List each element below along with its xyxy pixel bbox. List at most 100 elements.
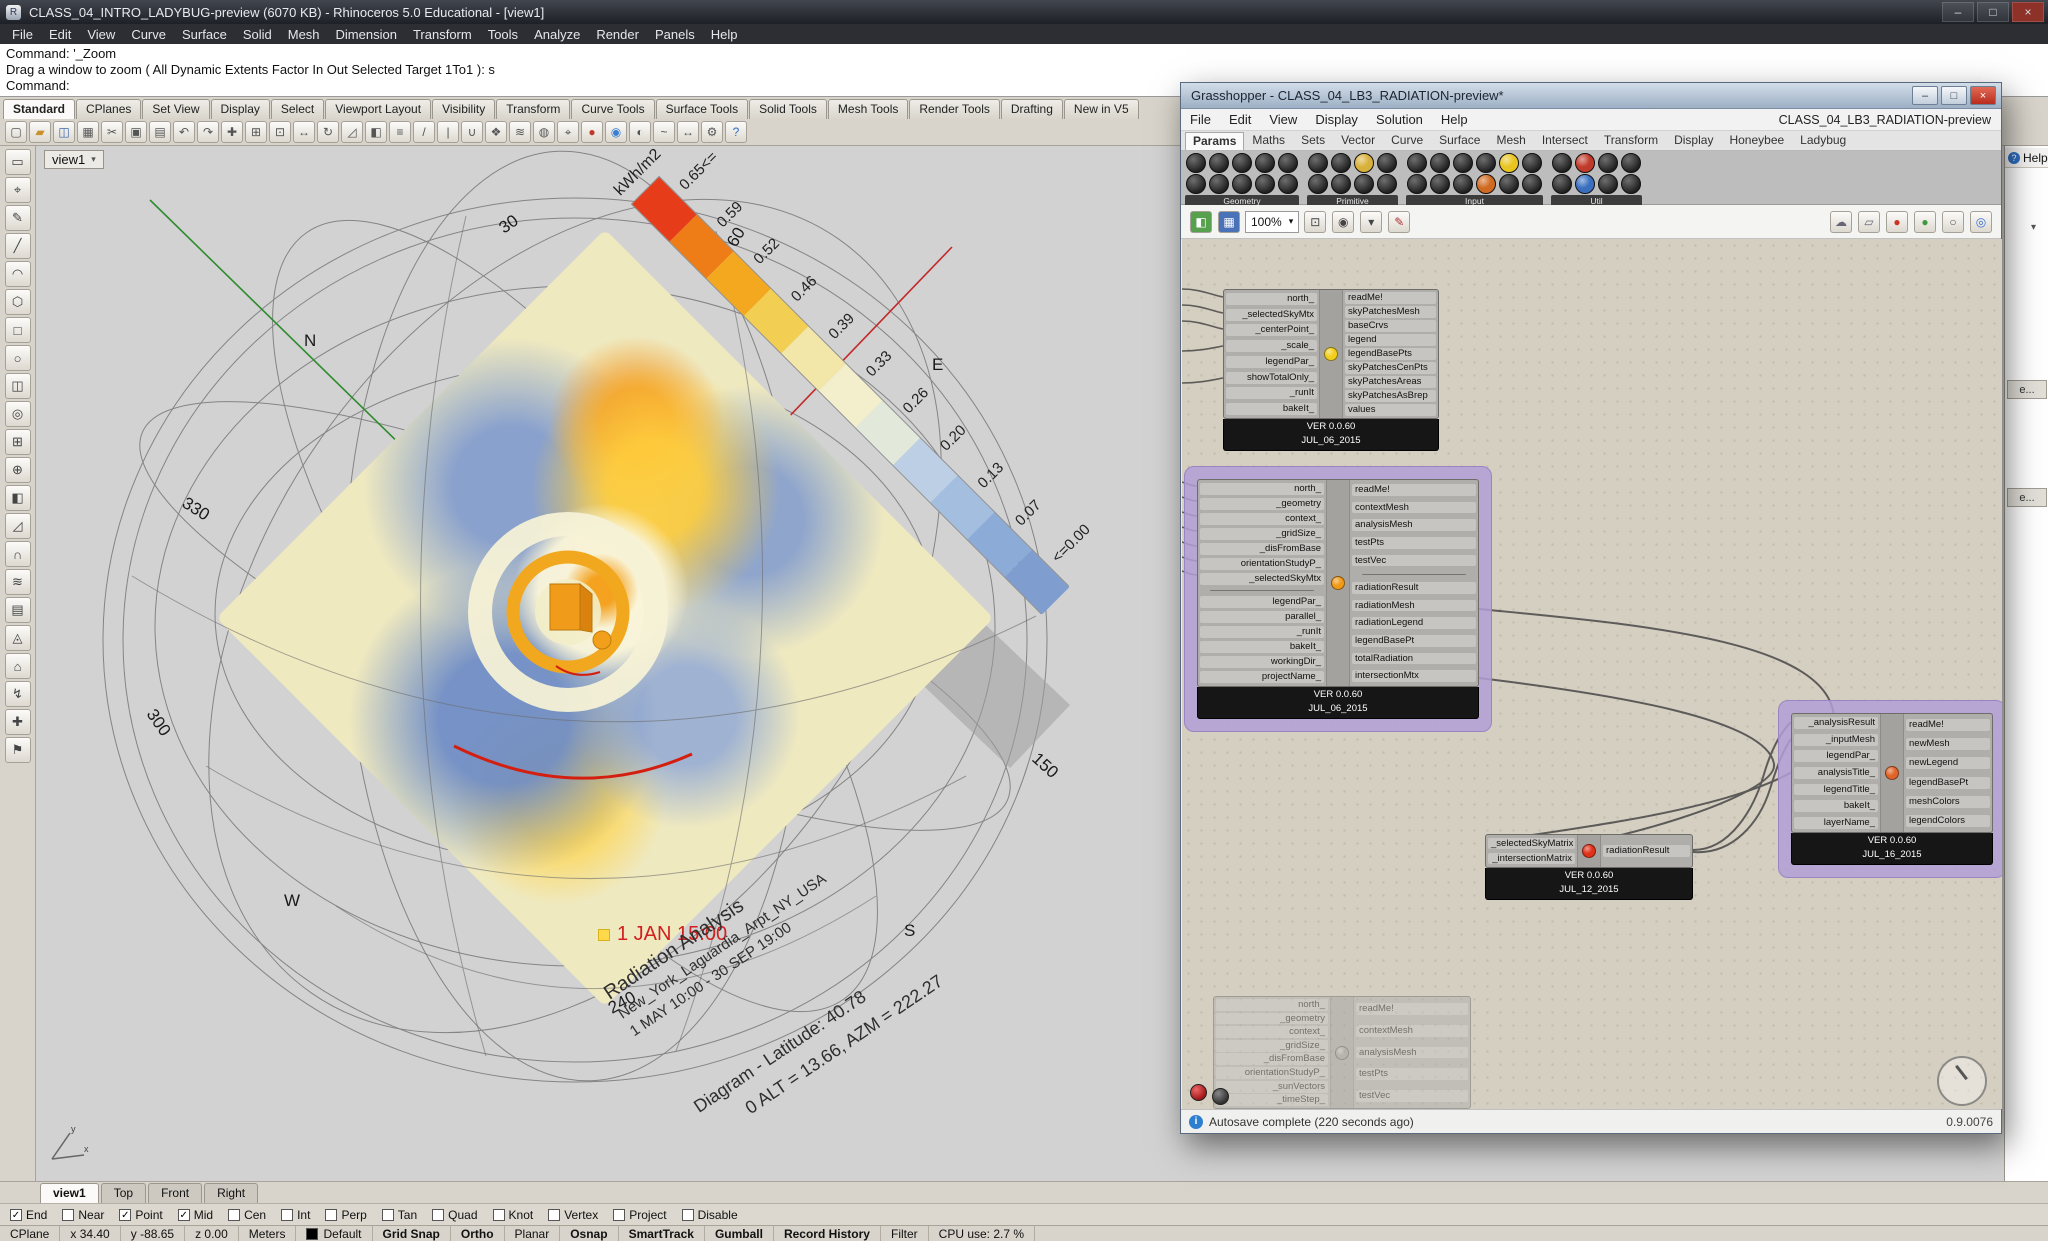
circle-icon[interactable]: ○: [5, 345, 31, 371]
viewport-tab-top[interactable]: Top: [101, 1183, 146, 1203]
input-param[interactable]: _geometry: [1200, 498, 1324, 510]
gh-tab-transform[interactable]: Transform: [1596, 131, 1666, 150]
osnap-disable[interactable]: Disable: [682, 1208, 738, 1222]
input-param[interactable]: _scale_: [1226, 340, 1317, 352]
toggle-cpu-use-2-7-[interactable]: CPU use: 2.7 %: [929, 1226, 1035, 1241]
palette-icon[interactable]: [1552, 174, 1572, 194]
panel-button-fragment[interactable]: e...: [2007, 488, 2047, 507]
palette-icon[interactable]: [1430, 153, 1450, 173]
palette-icon[interactable]: [1377, 174, 1397, 194]
gh-menu-view[interactable]: View: [1260, 110, 1306, 129]
palette-icon[interactable]: [1499, 153, 1519, 173]
toolbar-tab-cplanes[interactable]: CPlanes: [76, 99, 141, 119]
input-param[interactable]: north_: [1226, 293, 1317, 305]
status-cplane[interactable]: CPlane: [0, 1226, 60, 1241]
gh-menu-help[interactable]: Help: [1432, 110, 1477, 129]
new-file-icon[interactable]: ▢: [5, 121, 27, 143]
toolbar-tab-display[interactable]: Display: [211, 99, 270, 119]
menu-analyze[interactable]: Analyze: [526, 26, 588, 43]
green-sphere-icon[interactable]: ●: [1914, 211, 1936, 233]
maximize-button[interactable]: □: [1941, 86, 1967, 105]
palette-icon[interactable]: [1575, 174, 1595, 194]
split-icon[interactable]: |: [437, 121, 459, 143]
palette-icon[interactable]: [1621, 153, 1641, 173]
checkbox-unchecked[interactable]: [281, 1209, 293, 1221]
output-param[interactable]: skyPatchesAreas: [1345, 376, 1436, 388]
palette-icon[interactable]: [1308, 153, 1328, 173]
input-param[interactable]: bakeIt_: [1226, 403, 1317, 415]
menu-mesh[interactable]: Mesh: [280, 26, 328, 43]
help-panel-tab[interactable]: ? Help: [2005, 148, 2048, 168]
grasshopper-title-bar[interactable]: Grasshopper - CLASS_04_LB3_RADIATION-pre…: [1181, 83, 2001, 109]
status-x-34-40[interactable]: x 34.40: [60, 1226, 120, 1241]
join-icon[interactable]: ∪: [461, 121, 483, 143]
home-icon[interactable]: ⌂: [5, 653, 31, 679]
palette-icon[interactable]: [1499, 174, 1519, 194]
output-param[interactable]: testVec: [1356, 1090, 1468, 1102]
input-param[interactable]: _disFromBase: [1200, 543, 1324, 555]
intersect-icon[interactable]: ∩: [5, 541, 31, 567]
output-param[interactable]: readMe!: [1352, 484, 1476, 496]
gh-component-sky-dome[interactable]: north__selectedSkyMtx_centerPoint__scale…: [1223, 289, 1439, 451]
input-param[interactable]: _selectedSkyMtx: [1200, 573, 1324, 585]
undo-icon[interactable]: ↶: [173, 121, 195, 143]
palette-icon[interactable]: [1209, 153, 1229, 173]
input-param[interactable]: _runIt: [1200, 626, 1324, 638]
dimension-icon[interactable]: ↔: [677, 121, 699, 143]
gh-component-radiation-analysis-ghost[interactable]: north__geometrycontext__gridSize__disFro…: [1213, 996, 1471, 1109]
rotate-icon[interactable]: ↻: [317, 121, 339, 143]
toggle-ortho[interactable]: Ortho: [451, 1226, 505, 1241]
mirror-icon[interactable]: ◧: [365, 121, 387, 143]
shade-icon[interactable]: ◐: [629, 121, 651, 143]
osnap-quad[interactable]: Quad: [432, 1208, 477, 1222]
toggle-record-history[interactable]: Record History: [774, 1226, 881, 1241]
checkbox-checked[interactable]: ✓: [10, 1209, 22, 1221]
viewport-tab-front[interactable]: Front: [148, 1183, 202, 1203]
blue-ring-icon[interactable]: ◎: [1970, 211, 1992, 233]
open-document-icon[interactable]: ◧: [1190, 211, 1212, 233]
preview-icon[interactable]: ◉: [1332, 211, 1354, 233]
layer-icon[interactable]: ≋: [509, 121, 531, 143]
input-param[interactable]: context_: [1216, 1026, 1328, 1038]
palette-icon[interactable]: [1331, 153, 1351, 173]
palette-icon[interactable]: [1476, 153, 1496, 173]
menu-tools[interactable]: Tools: [480, 26, 526, 43]
status-z-0-00[interactable]: z 0.00: [185, 1226, 239, 1241]
menu-view[interactable]: View: [79, 26, 123, 43]
output-param[interactable]: analysisMesh: [1356, 1047, 1468, 1059]
toolbar-tab-new-in-v5[interactable]: New in V5: [1064, 99, 1139, 119]
arc-icon[interactable]: ◠: [5, 261, 31, 287]
input-param[interactable]: legendPar_: [1200, 596, 1324, 608]
menu-transform[interactable]: Transform: [405, 26, 480, 43]
viewport-tab-view1[interactable]: view1: [40, 1183, 99, 1203]
input-param[interactable]: _gridSize_: [1216, 1040, 1328, 1052]
input-param[interactable]: orientationStudyP_: [1216, 1067, 1328, 1079]
toolbar-tab-viewport-layout[interactable]: Viewport Layout: [325, 99, 431, 119]
input-param[interactable]: _gridSize_: [1200, 528, 1324, 540]
gh-tab-maths[interactable]: Maths: [1244, 131, 1293, 150]
toolbar-tab-solid-tools[interactable]: Solid Tools: [749, 99, 827, 119]
input-param[interactable]: analysisTitle_: [1794, 767, 1878, 779]
polygon-icon[interactable]: ⬡: [5, 289, 31, 315]
palette-icon[interactable]: [1552, 153, 1572, 173]
osnap-vertex[interactable]: Vertex: [548, 1208, 598, 1222]
input-param[interactable]: bakeIt_: [1200, 641, 1324, 653]
scale-icon[interactable]: ◿: [341, 121, 363, 143]
output-param[interactable]: radiationResult: [1352, 582, 1476, 594]
fillet-icon[interactable]: ◿: [5, 513, 31, 539]
input-param[interactable]: bakeIt_: [1794, 800, 1878, 812]
checkbox-checked[interactable]: ✓: [178, 1209, 190, 1221]
toolbar-tab-standard[interactable]: Standard: [3, 99, 75, 119]
print-icon[interactable]: ▦: [77, 121, 99, 143]
toggle-planar[interactable]: Planar: [505, 1226, 561, 1241]
checkbox-unchecked[interactable]: [325, 1209, 337, 1221]
grid-icon[interactable]: ⊞: [5, 429, 31, 455]
gh-tab-params[interactable]: Params: [1185, 132, 1244, 150]
output-param[interactable]: values: [1345, 404, 1436, 416]
output-param[interactable]: legendBasePts: [1345, 348, 1436, 360]
input-param[interactable]: _centerPoint_: [1226, 324, 1317, 336]
output-param[interactable]: contextMesh: [1356, 1025, 1468, 1037]
osnap-tan[interactable]: Tan: [382, 1208, 417, 1222]
output-param[interactable]: radiationResult: [1603, 845, 1690, 857]
gh-tab-display[interactable]: Display: [1666, 131, 1721, 150]
